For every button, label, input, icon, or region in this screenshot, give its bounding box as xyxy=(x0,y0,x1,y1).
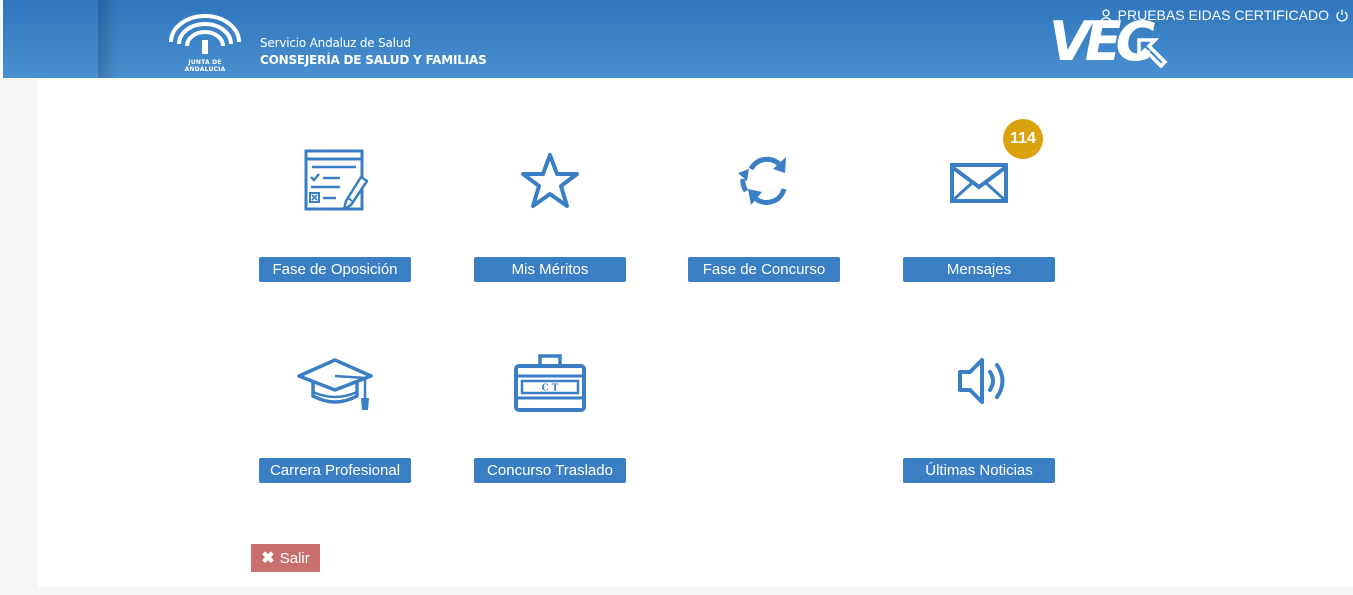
org-department: CONSEJERÍA DE SALUD Y FAMILIAS xyxy=(260,53,487,67)
cursor-arrow-icon xyxy=(1137,38,1168,69)
salir-button[interactable]: ✖ Salir xyxy=(251,544,320,572)
junta-emblem-text: JUNTA DE ANDALUCIA xyxy=(184,59,226,73)
message-count-badge: 114 xyxy=(1003,119,1043,159)
carrera-profesional-button[interactable]: Carrera Profesional xyxy=(259,458,411,483)
tile-carrera-profesional: Carrera Profesional xyxy=(259,336,411,483)
tile-fase-concurso: Fase de Concurso xyxy=(688,135,840,282)
junta-emblem-logo[interactable]: JUNTA DE ANDALUCIA xyxy=(166,14,244,73)
svg-text:C T: C T xyxy=(542,384,559,394)
org-name: Servicio Andaluz de Salud xyxy=(260,36,411,50)
header-bar: JUNTA DE ANDALUCIA Servicio Andaluz de S… xyxy=(3,0,1353,78)
exam-form-icon xyxy=(304,149,369,211)
vec-logo[interactable]: VEC xyxy=(1049,14,1169,74)
header-shadow xyxy=(98,0,118,78)
tile-concurso-traslado: C T Concurso Traslado xyxy=(474,336,626,483)
ultimas-noticias-button[interactable]: Últimas Noticias xyxy=(903,458,1055,483)
user-name: PRUEBAS EIDAS CERTIFICADO xyxy=(1117,7,1329,23)
tile-ultimas-noticias: Últimas Noticias xyxy=(903,336,1055,483)
junta-emblem-icon xyxy=(169,14,241,54)
mensajes-button[interactable]: Mensajes xyxy=(903,257,1055,282)
fase-oposicion-button[interactable]: Fase de Oposición xyxy=(259,257,411,282)
tile-fase-oposicion: Fase de Oposición xyxy=(259,135,411,282)
power-icon[interactable] xyxy=(1335,8,1349,22)
user-area: PRUEBAS EIDAS CERTIFICADO xyxy=(1099,7,1349,23)
star-icon xyxy=(521,153,579,208)
tile-mensajes: 114 Mensajes xyxy=(903,119,1055,282)
mis-meritos-button[interactable]: Mis Méritos xyxy=(474,257,626,282)
refresh-icon xyxy=(738,156,787,205)
briefcase-icon: C T xyxy=(514,354,586,412)
envelope-icon xyxy=(950,163,1008,203)
speaker-icon xyxy=(958,358,1005,404)
user-icon xyxy=(1099,9,1112,22)
concurso-traslado-button[interactable]: Concurso Traslado xyxy=(474,458,626,483)
close-icon: ✖ xyxy=(261,550,275,567)
salir-label: Salir xyxy=(279,549,310,567)
fase-concurso-button[interactable]: Fase de Concurso xyxy=(688,257,840,282)
graduation-cap-icon xyxy=(297,358,373,410)
tile-mis-meritos: Mis Méritos xyxy=(474,135,626,282)
